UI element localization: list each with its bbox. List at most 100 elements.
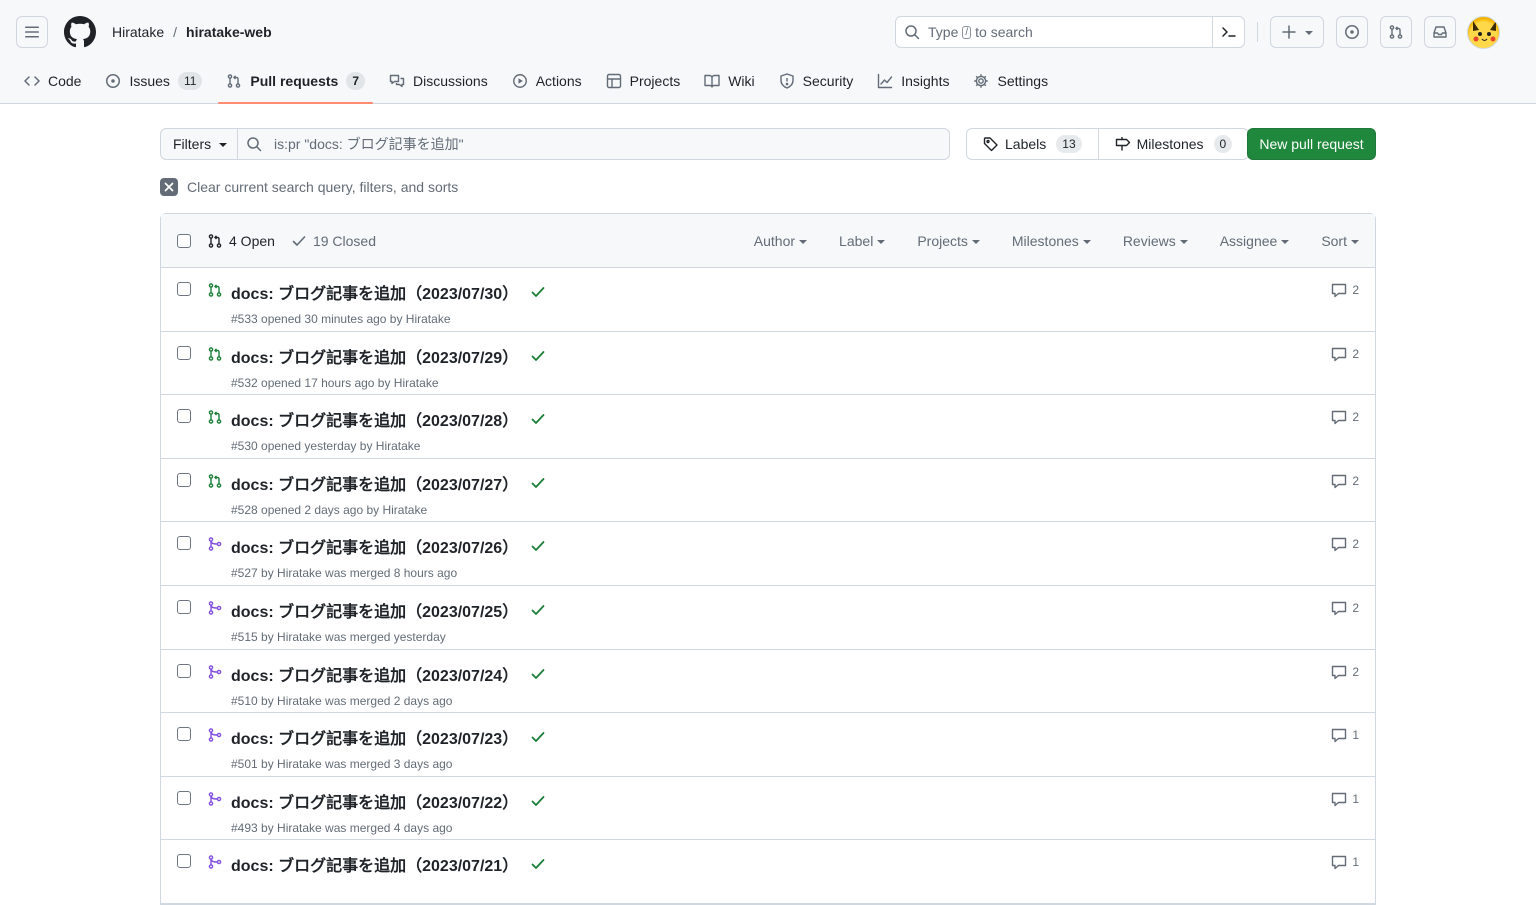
pr-title-link[interactable]: docs: ブログ記事を追加（2023/07/30）: [231, 280, 518, 304]
pull-requests-button[interactable]: [1380, 16, 1412, 48]
milestones-dropdown[interactable]: Milestones: [1012, 233, 1091, 249]
labels-counter: 13: [1056, 135, 1082, 153]
pr-search-input[interactable]: is:pr "docs: ブログ記事を追加": [237, 128, 950, 160]
pr-row[interactable]: docs: ブログ記事を追加（2023/07/25） #515 by Hirat…: [161, 586, 1375, 650]
pr-title-line: docs: ブログ記事を追加（2023/07/24）: [231, 662, 546, 686]
chevron-down-icon: [971, 240, 980, 244]
pr-row-checkbox[interactable]: [177, 345, 191, 360]
pr-comments-link[interactable]: 1: [1331, 854, 1359, 870]
pr-comments-link[interactable]: 1: [1331, 727, 1359, 743]
pr-row-checkbox[interactable]: [177, 854, 191, 869]
pr-comments-link[interactable]: 2: [1331, 282, 1359, 298]
inbox-button[interactable]: [1424, 16, 1456, 48]
pr-comments-link[interactable]: 1: [1331, 791, 1359, 807]
tab-code[interactable]: Code: [16, 64, 89, 98]
pr-row[interactable]: docs: ブログ記事を追加（2023/07/24） #510 by Hirat…: [161, 650, 1375, 714]
pr-row-checkbox[interactable]: [177, 472, 191, 487]
comment-icon: [1332, 538, 1347, 552]
search-placeholder-suffix: to search: [975, 24, 1033, 40]
pr-row-checkbox[interactable]: [177, 663, 191, 678]
clear-filters-link[interactable]: Clear current search query, filters, and…: [160, 178, 458, 196]
pr-comments-link[interactable]: 2: [1331, 409, 1359, 425]
pr-row-checkbox[interactable]: [177, 599, 191, 614]
pr-row-checkbox[interactable]: [177, 727, 191, 742]
author-dropdown[interactable]: Author: [754, 233, 808, 249]
pr-row[interactable]: docs: ブログ記事を追加（2023/07/28） #530 opened y…: [161, 395, 1375, 459]
git-merge-icon: [208, 664, 222, 679]
pr-title-link[interactable]: docs: ブログ記事を追加（2023/07/21）: [231, 852, 518, 876]
tab-issues[interactable]: Issues 11: [97, 64, 210, 98]
labels-button[interactable]: Labels 13: [967, 129, 1098, 159]
pr-row-checkbox[interactable]: [177, 282, 191, 296]
label-dropdown[interactable]: Label: [839, 233, 886, 249]
select-all-checkbox[interactable]: [177, 233, 191, 248]
pr-comments-link[interactable]: 2: [1331, 600, 1359, 616]
pr-row[interactable]: docs: ブログ記事を追加（2023/07/27） #528 opened 2…: [161, 459, 1375, 523]
git-pull-request-icon: [228, 74, 241, 88]
github-logo-icon[interactable]: [64, 16, 96, 48]
pr-row-checkbox[interactable]: [177, 790, 191, 805]
table-icon: [606, 73, 621, 89]
pr-row[interactable]: docs: ブログ記事を追加（2023/07/29） #532 opened 1…: [161, 332, 1375, 396]
pr-comments-link[interactable]: 2: [1331, 473, 1359, 489]
pr-title-link[interactable]: docs: ブログ記事を追加（2023/07/29）: [231, 344, 518, 368]
new-pull-request-button[interactable]: New pull request: [1247, 128, 1376, 160]
tab-security[interactable]: Security: [771, 64, 862, 98]
check-icon: [531, 350, 545, 361]
tab-pull-requests[interactable]: Pull requests 7: [218, 64, 373, 104]
pr-title-link[interactable]: docs: ブログ記事を追加（2023/07/22）: [231, 789, 518, 813]
hamburger-icon: [25, 26, 39, 38]
comment-icon: [1332, 410, 1347, 425]
issue-opened-icon: [106, 74, 121, 88]
pr-comments-link[interactable]: 2: [1331, 346, 1359, 362]
pr-row[interactable]: docs: ブログ記事を追加（2023/07/26） #527 by Hirat…: [161, 522, 1375, 586]
filters-button[interactable]: Filters: [160, 128, 238, 160]
milestones-button-label: Milestones: [1136, 136, 1204, 152]
breadcrumb-separator: /: [173, 24, 178, 40]
create-new-button[interactable]: [1270, 16, 1324, 48]
pr-title-link[interactable]: docs: ブログ記事を追加（2023/07/28）: [231, 407, 518, 431]
gear-icon: [974, 74, 989, 88]
pr-comments-link[interactable]: 2: [1331, 664, 1359, 680]
pr-comments-count: 2: [1352, 600, 1359, 615]
global-search-input[interactable]: Type / to search: [895, 16, 1245, 48]
tab-discussions[interactable]: Discussions: [381, 64, 496, 98]
pr-title-link[interactable]: docs: ブログ記事を追加（2023/07/27）: [231, 471, 518, 495]
pr-title-link[interactable]: docs: ブログ記事を追加（2023/07/26）: [231, 534, 518, 558]
tab-projects[interactable]: Projects: [598, 64, 689, 98]
pr-title-link[interactable]: docs: ブログ記事を追加（2023/07/25）: [231, 598, 518, 622]
tab-insights[interactable]: Insights: [869, 64, 957, 98]
closed-filter-link[interactable]: 19 Closed: [291, 233, 376, 249]
breadcrumb-repo[interactable]: hiratake-web: [186, 24, 272, 40]
plus-icon: [1282, 25, 1296, 39]
assignee-dropdown[interactable]: Assignee: [1220, 233, 1290, 249]
issues-button[interactable]: [1336, 16, 1368, 48]
open-filter-link[interactable]: 4 Open: [207, 233, 275, 249]
git-pull-request-icon: [208, 473, 222, 488]
pr-row-checkbox[interactable]: [177, 409, 191, 424]
reviews-dropdown[interactable]: Reviews: [1123, 233, 1188, 249]
tab-actions[interactable]: Actions: [504, 64, 590, 98]
projects-dropdown-label: Projects: [917, 233, 968, 249]
command-palette-button[interactable]: [1212, 17, 1244, 47]
tab-wiki[interactable]: Wiki: [696, 64, 762, 98]
sort-dropdown[interactable]: Sort: [1321, 233, 1359, 249]
user-avatar[interactable]: [1467, 16, 1500, 49]
chevron-down-icon: [1305, 31, 1313, 35]
pr-title-line: docs: ブログ記事を追加（2023/07/30）: [231, 280, 546, 304]
pr-row[interactable]: docs: ブログ記事を追加（2023/07/30） #533 opened 3…: [161, 268, 1375, 332]
menu-button[interactable]: [16, 16, 48, 48]
pr-row-checkbox[interactable]: [177, 536, 191, 551]
pr-title-link[interactable]: docs: ブログ記事を追加（2023/07/24）: [231, 662, 518, 686]
pr-comments-link[interactable]: 2: [1331, 536, 1359, 552]
breadcrumb-owner[interactable]: Hiratake: [112, 24, 164, 40]
pr-title-link[interactable]: docs: ブログ記事を追加（2023/07/23）: [231, 725, 518, 749]
milestones-button[interactable]: Milestones 0: [1097, 129, 1249, 159]
pr-row[interactable]: docs: ブログ記事を追加（2023/07/22） #493 by Hirat…: [161, 777, 1375, 841]
pr-row[interactable]: docs: ブログ記事を追加（2023/07/23） #501 by Hirat…: [161, 713, 1375, 777]
projects-dropdown[interactable]: Projects: [917, 233, 980, 249]
tab-settings[interactable]: Settings: [965, 64, 1056, 98]
pr-row[interactable]: docs: ブログ記事を追加（2023/07/21） 1: [161, 840, 1375, 904]
pr-title-line: docs: ブログ記事を追加（2023/07/21）: [231, 852, 546, 876]
list-filters: Author Label Projects Milestones Reviews…: [722, 214, 1359, 268]
